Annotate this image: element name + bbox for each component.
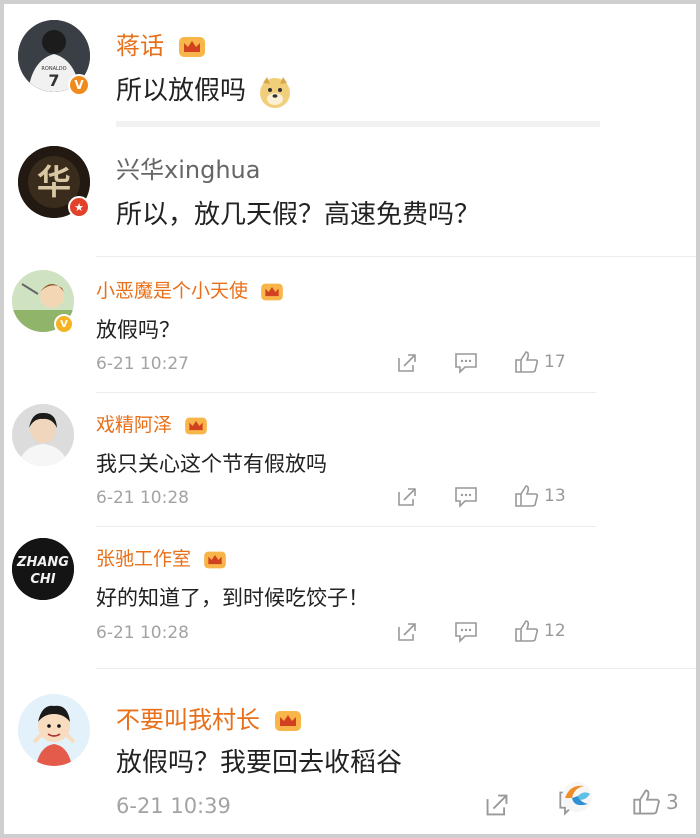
like-count: 3 <box>666 790 679 814</box>
reply-button[interactable] <box>454 352 478 374</box>
crown-icon <box>204 551 226 568</box>
divider <box>96 392 596 393</box>
comment-feed: RONALDO 7 V 蒋话 所以放假吗 华 ★ 兴华xinghua 所以，放几… <box>4 4 696 834</box>
divider <box>96 668 696 669</box>
divider <box>96 256 696 257</box>
avatar-char: 华 <box>37 163 71 203</box>
like-button[interactable]: 3 <box>632 788 679 816</box>
comment-icon <box>455 487 477 508</box>
comment-text: 放假吗？ <box>96 318 180 342</box>
reply-button[interactable] <box>454 621 478 643</box>
comment-icon <box>455 353 477 374</box>
verified-star-badge-icon: ★ <box>68 196 90 218</box>
comment-time: 6-21 10:28 <box>96 488 189 508</box>
comment-time: 6-21 10:28 <box>96 623 189 643</box>
comment-text-content: 所以放假吗 <box>116 76 247 106</box>
like-button[interactable]: 13 <box>514 484 566 508</box>
share-button[interactable] <box>396 352 418 374</box>
avatar[interactable] <box>12 404 74 466</box>
comment-time: 6-21 10:39 <box>116 794 231 818</box>
share-button[interactable] <box>396 486 418 508</box>
reply-button[interactable] <box>454 486 478 508</box>
commenter-name-text[interactable]: 戏精阿泽 <box>96 414 172 436</box>
share-icon <box>398 488 416 506</box>
divider <box>96 526 596 527</box>
like-count: 12 <box>544 621 566 641</box>
comment-time: 6-21 10:27 <box>96 354 189 374</box>
divider <box>116 121 600 127</box>
commenter-name-text[interactable]: 小恶魔是个小天使 <box>96 280 248 302</box>
watermark-logo-icon <box>560 780 594 814</box>
thumbs-up-icon <box>633 789 660 815</box>
thumbs-up-icon <box>515 351 539 373</box>
crown-icon <box>185 417 207 434</box>
like-button[interactable]: 17 <box>514 350 566 374</box>
comment-text: 所以放假吗 <box>116 70 292 109</box>
thumbs-up-icon <box>515 620 539 642</box>
comment-icon <box>455 622 477 643</box>
commenter-name[interactable]: 张驰工作室 <box>96 544 227 571</box>
commenter-name-text[interactable]: 蒋话 <box>116 32 164 60</box>
share-button[interactable] <box>484 792 510 818</box>
svg-text:7: 7 <box>48 71 59 90</box>
like-count: 17 <box>544 352 566 372</box>
crown-icon <box>274 711 301 731</box>
like-count: 13 <box>544 486 566 506</box>
crown-icon <box>178 37 205 57</box>
share-icon <box>486 794 508 816</box>
avatar[interactable]: ZHANG CHI <box>12 538 74 600</box>
share-icon <box>398 623 416 641</box>
commenter-name-text[interactable]: 不要叫我村长 <box>116 706 260 734</box>
thumbs-up-icon <box>515 485 539 507</box>
comment-text: 我只关心这个节有假放吗 <box>96 452 327 476</box>
share-icon <box>398 354 416 372</box>
commenter-name[interactable]: 戏精阿泽 <box>96 410 208 437</box>
avatar[interactable] <box>18 694 90 766</box>
comment-text: 好的知道了，到时候吃饺子！ <box>96 586 369 610</box>
crown-icon <box>261 283 283 300</box>
verified-badge-icon: V <box>54 314 74 334</box>
svg-text:CHI: CHI <box>30 572 55 587</box>
share-button[interactable] <box>396 621 418 643</box>
like-button[interactable]: 12 <box>514 619 566 643</box>
verified-badge-icon: V <box>68 74 90 96</box>
doge-emoji-icon <box>260 76 291 108</box>
commenter-name[interactable]: 兴华xinghua <box>116 150 260 185</box>
avatar-logo-text: ZHANG <box>16 555 69 570</box>
commenter-name-text[interactable]: 张驰工作室 <box>96 548 191 570</box>
comment-text: 所以，放几天假？高速免费吗？ <box>116 200 481 230</box>
comment-text: 放假吗？我要回去收稻谷 <box>116 748 403 778</box>
commenter-name[interactable]: 蒋话 <box>116 26 206 61</box>
commenter-name[interactable]: 不要叫我村长 <box>116 700 302 735</box>
commenter-name[interactable]: 小恶魔是个小天使 <box>96 276 284 303</box>
